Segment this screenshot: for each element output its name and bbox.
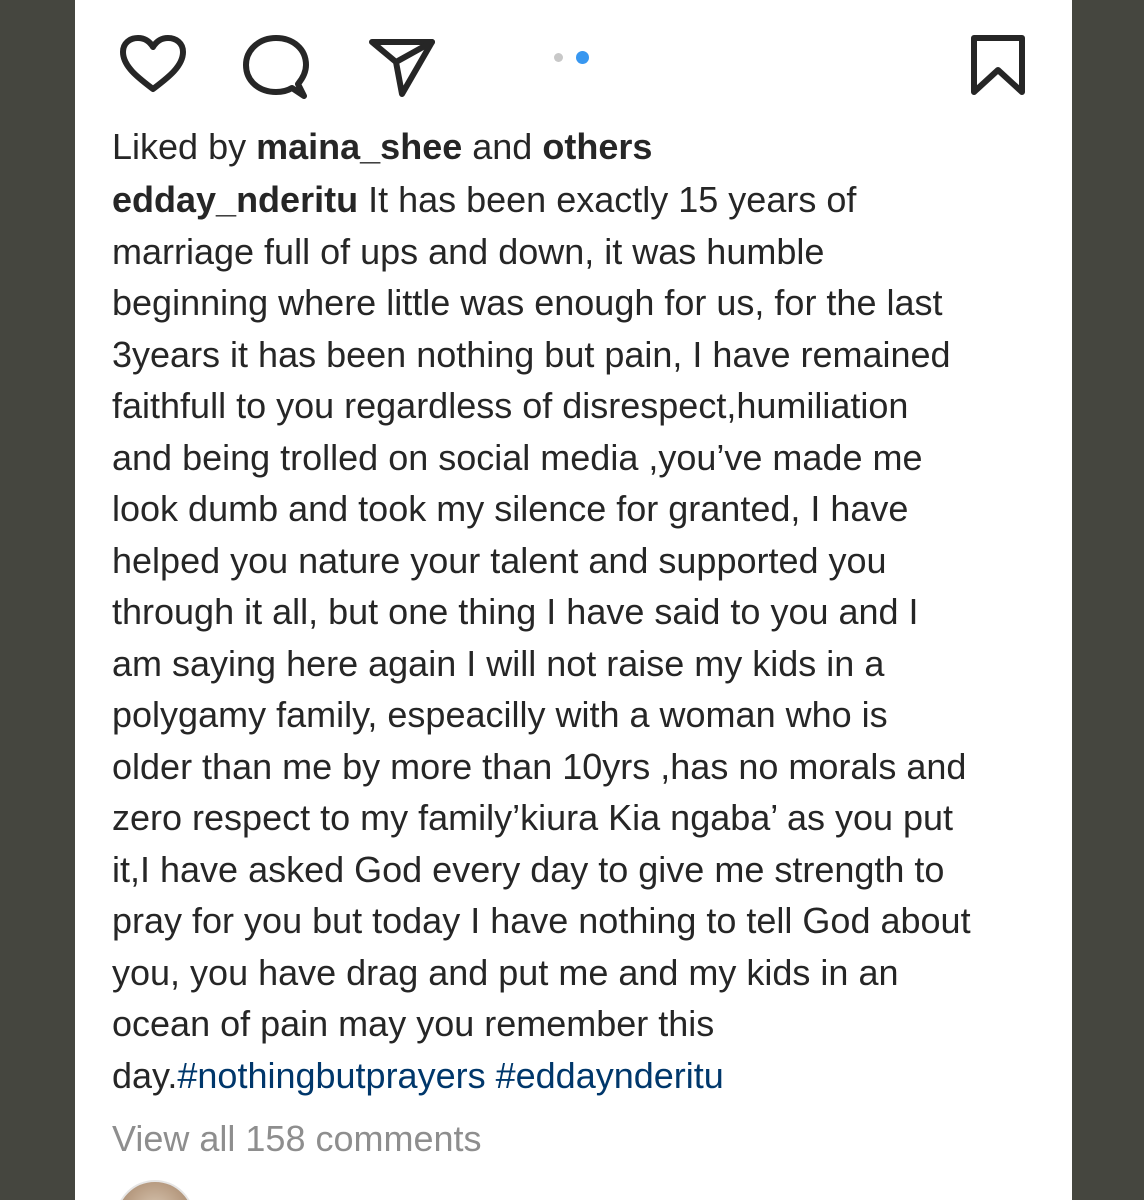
caption-text: It has been exactly 15 years of (358, 179, 857, 220)
action-bar (75, 24, 1072, 99)
caption-username[interactable]: edday_nderitu (112, 179, 358, 220)
post-caption: edday_nderitu It has been exactly 15 yea… (112, 174, 1042, 1101)
caption-line: helped you nature your talent and suppor… (112, 539, 887, 581)
caption-line: zero respect to my family’kiura Kia ngab… (112, 797, 954, 838)
caption-line: look dumb and took my silence for grante… (112, 488, 909, 529)
share-icon[interactable] (368, 36, 436, 98)
caption-line: ocean of pain may you remember this (112, 1003, 715, 1044)
caption-line: through it all, but one thing I have sai… (112, 591, 919, 632)
carousel-dot (554, 53, 563, 62)
caption-line: 3years it has been nothing but pain, I h… (112, 333, 951, 375)
comment-icon[interactable] (242, 34, 310, 100)
caption-line: pray for you but today I have nothing to… (112, 900, 971, 941)
caption-line: faithfull to you regardless of disrespec… (112, 385, 909, 426)
caption-line: it,I have asked God every day to give me… (112, 848, 945, 890)
caption-line-last: day.#nothingbutprayers #eddaynderitu (112, 1050, 1042, 1102)
caption-line: older than me by more than 10yrs ,has no… (112, 745, 967, 787)
caption-line: you, you have drag and put me and my kid… (112, 951, 899, 993)
caption-line: am saying here again I will not raise my… (112, 642, 885, 684)
instagram-post: Liked by maina_shee and others edday_nde… (75, 0, 1072, 1200)
liked-by-others[interactable]: others (542, 126, 652, 167)
liked-by-username[interactable]: maina_shee (256, 126, 462, 167)
caption-line: edday_nderitu It has been exactly 15 yea… (112, 174, 1042, 226)
likes-conjunction: and (472, 126, 533, 167)
likes-prefix: Liked by (112, 126, 247, 167)
likes-summary[interactable]: Liked by maina_shee and others (112, 122, 652, 172)
view-all-comments-link[interactable]: View all 158 comments (112, 1114, 482, 1164)
bookmark-icon[interactable] (970, 34, 1026, 96)
avatar[interactable] (115, 1180, 195, 1200)
caption-line: and being trolled on social media ,you’v… (112, 436, 923, 478)
hashtag-link[interactable]: #eddaynderitu (496, 1055, 724, 1096)
carousel-dot-active (576, 51, 589, 64)
caption-line: marriage full of ups and down, it was hu… (112, 230, 825, 272)
caption-line: polygamy family, espeacilly with a woman… (112, 694, 888, 735)
hashtag-link[interactable]: #nothingbutprayers (177, 1055, 485, 1096)
caption-text: day. (112, 1054, 178, 1096)
heart-icon[interactable] (118, 34, 188, 94)
caption-line: beginning where little was enough for us… (112, 282, 943, 323)
